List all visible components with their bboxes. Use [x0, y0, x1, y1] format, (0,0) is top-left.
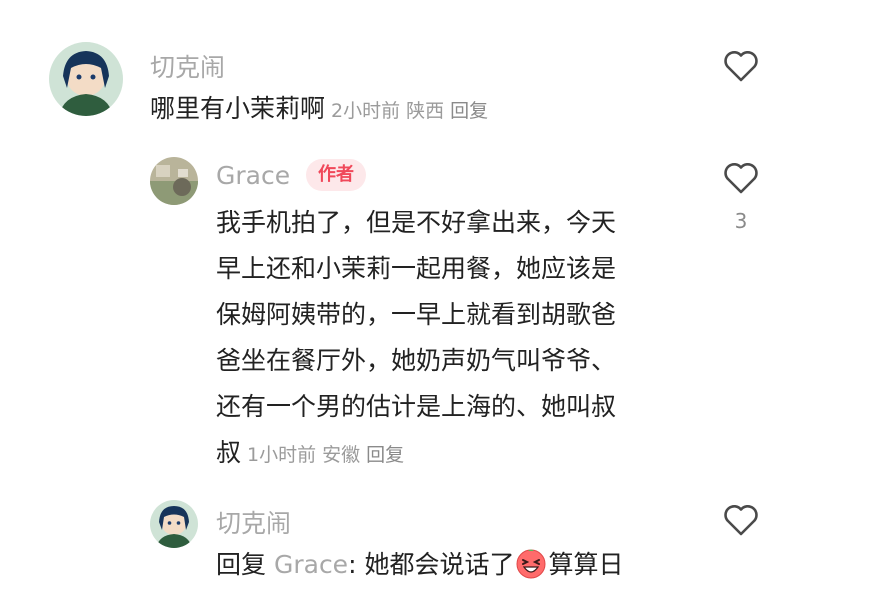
comment-text: 哪里有小茉莉啊 [150, 94, 326, 123]
comment-text-block: 我手机拍了，但是不好拿出来，今天 早上还和小茉莉一起用餐，她应该是 保姆阿姨带的… [216, 200, 696, 478]
comment-text-line: 还有一个男的估计是上海的、她叫叔 [216, 392, 617, 421]
comment-text-row: 哪里有小茉莉啊 2小时前 陕西 回复 [150, 86, 494, 134]
username[interactable]: 切克闹 [150, 48, 225, 84]
avatar[interactable] [150, 157, 198, 205]
reply-to-username[interactable]: Grace [274, 550, 348, 579]
reply-colon: : [348, 550, 357, 579]
reply-prefix: 回复 [216, 550, 267, 579]
comment-text-last-row: 叔 1小时前 安徽 回复 [216, 430, 696, 478]
comment-text-line: 保姆阿姨带的，一早上就看到胡歌爸 [216, 300, 617, 329]
heart-outline-icon [724, 51, 758, 82]
comment-time: 2小时前 [331, 100, 401, 122]
laughing-face-emoji [515, 547, 547, 579]
comment-text: 她都会说话了 [356, 550, 515, 579]
avatar[interactable] [49, 42, 123, 116]
username[interactable]: 切克闹 [216, 504, 291, 540]
like-button[interactable] [721, 46, 761, 86]
comment-text-line: 早上还和小茉莉一起用餐，她应该是 [216, 254, 617, 283]
comment-text-line: 爸坐在餐厅外，她奶声奶气叫爷爷、 [216, 346, 617, 375]
username[interactable]: Grace [216, 161, 290, 190]
avatar[interactable] [150, 500, 198, 548]
comment-text-line: 叔 [216, 438, 242, 467]
like-button[interactable] [721, 158, 761, 198]
comment-location: 安徽 [322, 444, 361, 466]
like-count: 3 [734, 209, 748, 233]
comment-text: 算算日 [548, 550, 624, 579]
comment-meta: 1小时前 安徽 回复 [247, 444, 410, 466]
like-button[interactable] [721, 500, 761, 540]
heart-outline-icon [724, 163, 758, 194]
comment-time: 1小时前 [247, 444, 317, 466]
comment-text-row: 回复 Grace: 她都会说话了 算算日 [216, 542, 623, 588]
comment-meta: 2小时前 陕西 回复 [331, 100, 494, 122]
reply-button[interactable]: 回复 [450, 100, 488, 122]
heart-outline-icon [724, 505, 758, 536]
comment-location: 陕西 [406, 100, 445, 122]
author-badge: 作者 [306, 159, 366, 191]
comment-text-line: 我手机拍了，但是不好拿出来，今天 [216, 208, 617, 237]
reply-button[interactable]: 回复 [366, 444, 404, 466]
